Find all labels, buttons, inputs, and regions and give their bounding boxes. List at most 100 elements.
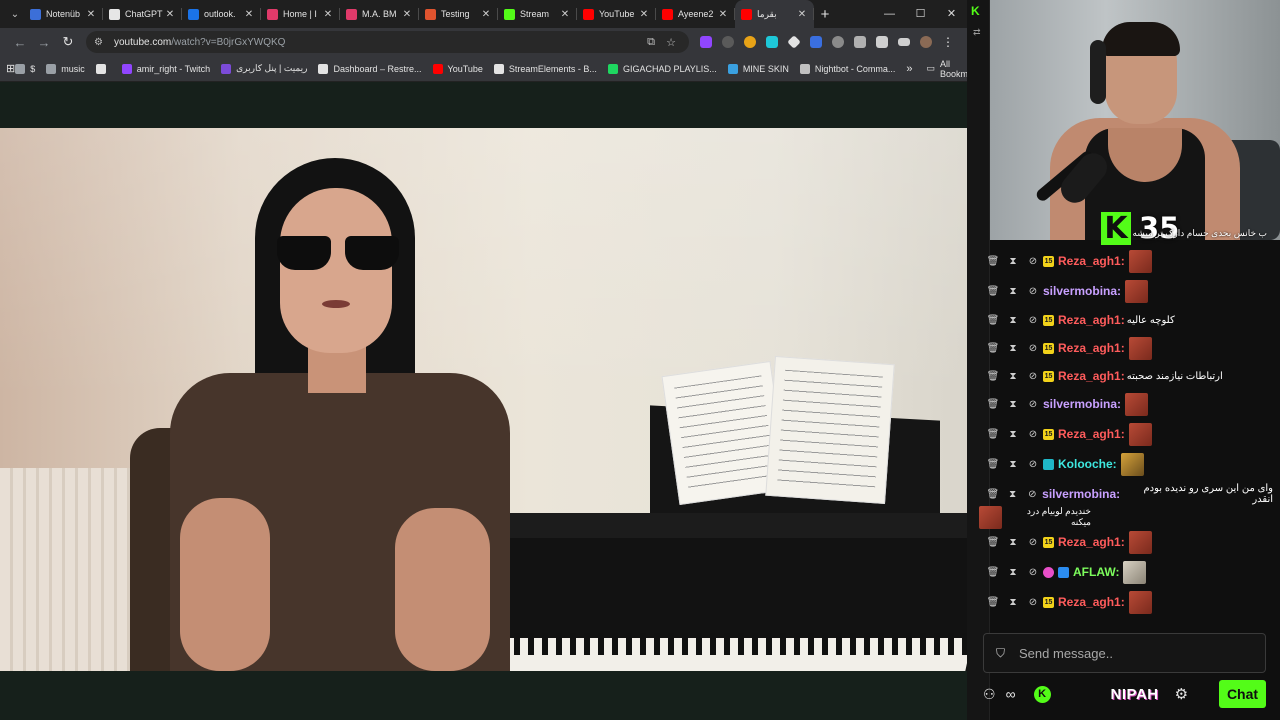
chat-username[interactable]: Reza_agh1:	[1058, 595, 1125, 609]
tab-search-icon[interactable]: ⌄	[6, 9, 24, 20]
browser-tab[interactable]: ChatGPT ✕	[103, 0, 182, 28]
ban-icon[interactable]: ⊘	[1023, 371, 1043, 382]
timeout-icon[interactable]: ⧗	[1003, 286, 1023, 297]
chat-username[interactable]: Reza_agh1:	[1058, 341, 1125, 355]
chat-username[interactable]: Reza_agh1:	[1058, 254, 1125, 268]
chat-username[interactable]: silvermobina:	[1043, 284, 1121, 298]
reload-button[interactable]: ↻	[56, 34, 80, 50]
ban-icon[interactable]: ⊘	[1023, 256, 1043, 267]
timeout-icon[interactable]: ⧗	[1003, 343, 1023, 354]
extension-image-icon[interactable]	[849, 34, 871, 50]
ban-icon[interactable]: ⊘	[1023, 429, 1043, 440]
tab-close-icon[interactable]: ✕	[85, 9, 97, 20]
chat-username[interactable]: Reza_agh1:	[1058, 369, 1125, 383]
timeout-icon[interactable]: ⧗	[1003, 429, 1023, 440]
kick-coin-icon[interactable]: K	[1033, 685, 1051, 703]
infinity-icon[interactable]: ∞	[1006, 686, 1016, 702]
extension-badge-icon[interactable]	[739, 34, 761, 50]
bookmark-item[interactable]: StreamElements - B...	[493, 63, 597, 74]
tab-close-icon[interactable]: ✕	[322, 9, 334, 20]
chat-username[interactable]: silvermobina:	[1043, 397, 1121, 411]
timeout-icon[interactable]: ⧗	[1003, 597, 1023, 608]
timeout-icon[interactable]: ⧗	[1003, 567, 1023, 578]
ban-icon[interactable]: ⊘	[1022, 489, 1042, 500]
minimize-button[interactable]: —	[874, 0, 905, 28]
sidebar-settings-icon[interactable]: ⇄	[973, 27, 981, 38]
chat-username[interactable]: Reza_agh1:	[1058, 535, 1125, 549]
browser-tab[interactable]: Ayeene2 ✕	[656, 0, 735, 28]
chat-username[interactable]: AFLAW:	[1073, 565, 1119, 579]
timeout-icon[interactable]: ⧗	[1003, 256, 1023, 267]
chat-send-button[interactable]: Chat	[1219, 680, 1266, 708]
tab-close-icon[interactable]: ✕	[796, 9, 808, 20]
ban-icon[interactable]: ⊘	[1023, 597, 1043, 608]
browser-tab[interactable]: Home | I ✕	[261, 0, 340, 28]
delete-message-icon[interactable]: 🗑	[983, 459, 1003, 470]
maximize-button[interactable]: ☐	[905, 0, 936, 28]
close-window-button[interactable]: ✕	[936, 0, 967, 28]
extension-twitch-icon[interactable]	[695, 34, 717, 50]
delete-message-icon[interactable]: 🗑	[983, 489, 1003, 500]
extension-cyan-icon[interactable]	[761, 34, 783, 50]
timeout-icon[interactable]: ⧗	[1003, 371, 1023, 382]
tab-close-icon[interactable]: ✕	[243, 9, 255, 20]
chat-settings-icon[interactable]: ⚙	[1175, 685, 1188, 703]
ban-icon[interactable]: ⊘	[1023, 286, 1043, 297]
nipah-logo[interactable]: NIPAH	[1111, 686, 1159, 703]
timeout-icon[interactable]: ⧗	[1003, 489, 1023, 500]
forward-button[interactable]: →	[32, 35, 56, 50]
chat-username[interactable]: silvermobina:	[1042, 487, 1120, 501]
bookmark-item[interactable]: YouTube	[432, 63, 483, 74]
timeout-icon[interactable]: ⧗	[1003, 315, 1023, 326]
ban-icon[interactable]: ⊘	[1023, 343, 1043, 354]
new-tab-button[interactable]: +	[814, 6, 836, 23]
profile-avatar-icon[interactable]	[915, 34, 937, 50]
address-bar[interactable]: ⚙ youtube.com /watch?v=B0jrGxYWQKQ ⧉ ☆	[86, 31, 689, 53]
browser-tab[interactable]: outlook. ✕	[182, 0, 261, 28]
bookmark-item[interactable]: ریمیت | پنل کاربری	[221, 63, 307, 74]
bookmark-item[interactable]: amir_right - Twitch	[121, 63, 210, 74]
extensions-puzzle-icon[interactable]	[871, 34, 893, 50]
chat-message-input[interactable]	[1019, 645, 1240, 661]
chat-username[interactable]: Reza_agh1:	[1058, 313, 1125, 327]
tab-close-icon[interactable]: ✕	[480, 9, 492, 20]
site-info-icon[interactable]: ⚙	[94, 37, 108, 48]
tab-close-icon[interactable]: ✕	[401, 9, 413, 20]
chat-username[interactable]: Reza_agh1:	[1058, 427, 1125, 441]
delete-message-icon[interactable]: 🗑	[983, 371, 1003, 382]
delete-message-icon[interactable]: 🗑	[983, 597, 1003, 608]
extension-blue-icon[interactable]	[805, 34, 827, 50]
timeout-icon[interactable]: ⧗	[1003, 459, 1023, 470]
ban-icon[interactable]: ⊘	[1023, 315, 1043, 326]
browser-tab[interactable]: Notenüb ✕	[24, 0, 103, 28]
timeout-icon[interactable]: ⧗	[1003, 399, 1023, 410]
kick-logo-icon[interactable]: K	[971, 4, 983, 18]
bookmark-item[interactable]: $	[15, 63, 35, 74]
ban-icon[interactable]: ⊘	[1023, 537, 1043, 548]
delete-message-icon[interactable]: 🗑	[983, 343, 1003, 354]
delete-message-icon[interactable]: 🗑	[983, 429, 1003, 440]
bookmark-item[interactable]: MINE SKIN	[727, 63, 789, 74]
browser-tab[interactable]: M.A. BM ✕	[340, 0, 419, 28]
browser-tab[interactable]: YouTube ✕	[577, 0, 656, 28]
tab-close-icon[interactable]: ✕	[164, 9, 176, 20]
delete-message-icon[interactable]: 🗑	[983, 567, 1003, 578]
extension-grey-icon[interactable]	[827, 34, 849, 50]
bookmark-item[interactable]: Dashboard – Restre...	[318, 63, 422, 74]
chat-username[interactable]: Kolooche:	[1058, 457, 1117, 471]
delete-message-icon[interactable]: 🗑	[983, 256, 1003, 267]
back-button[interactable]: ←	[8, 35, 32, 50]
bookmark-item[interactable]: Nightbot - Comma...	[799, 63, 895, 74]
delete-message-icon[interactable]: 🗑	[983, 286, 1003, 297]
bookmark-item[interactable]: GIGACHAD PLAYLIS...	[607, 63, 717, 74]
install-app-icon[interactable]: ⧉	[641, 36, 661, 49]
browser-tab[interactable]: Testing ✕	[419, 0, 498, 28]
extension-shield-icon[interactable]	[717, 34, 739, 50]
video-player[interactable]	[0, 128, 967, 671]
bookmark-star-icon[interactable]: ☆	[661, 36, 681, 49]
tab-close-icon[interactable]: ✕	[638, 9, 650, 20]
browser-menu-icon[interactable]: ⋮	[937, 34, 959, 50]
timeout-icon[interactable]: ⧗	[1003, 537, 1023, 548]
users-icon[interactable]: ⚇	[983, 686, 996, 703]
ban-icon[interactable]: ⊘	[1023, 399, 1043, 410]
